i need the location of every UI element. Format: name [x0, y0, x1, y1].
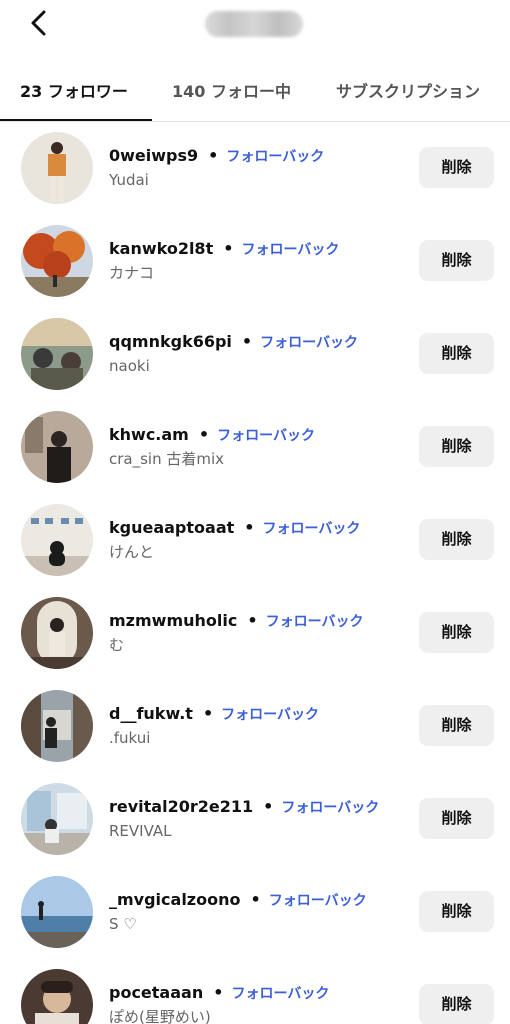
separator-dot: •	[241, 332, 253, 351]
remove-button[interactable]: 削除	[419, 612, 494, 653]
remove-button[interactable]: 削除	[419, 798, 494, 839]
display-name: naoki	[109, 357, 150, 375]
blurred-account-name	[205, 11, 303, 37]
remove-button[interactable]: 削除	[419, 891, 494, 932]
remove-button[interactable]: 削除	[419, 240, 494, 281]
follow-back-link[interactable]: フォローバック	[260, 335, 358, 351]
separator-dot: •	[263, 797, 274, 816]
avatar[interactable]	[21, 225, 93, 297]
display-name: REVIVAL	[109, 822, 172, 840]
separator-dot: •	[208, 146, 219, 165]
follower-row[interactable]: 0weiwps9 • フォローバック Yudai 削除	[0, 120, 510, 213]
username[interactable]: kgueaaptoaat	[109, 518, 234, 537]
display-name: .fukui	[109, 729, 151, 747]
display-name: カナコ	[109, 264, 155, 282]
follower-row[interactable]: khwc.am • フォローバック cra_sin 古着mix 削除	[0, 399, 510, 492]
separator-dot: •	[198, 425, 210, 444]
separator-dot: •	[202, 704, 214, 723]
tab-bar: 23 フォロワー 140 フォロー中 サブスクリプション	[0, 72, 510, 122]
display-name: S ♡	[109, 915, 137, 933]
username[interactable]: khwc.am	[109, 425, 189, 444]
remove-button[interactable]: 削除	[419, 705, 494, 746]
username[interactable]: d__fukw.t	[109, 704, 193, 723]
follow-back-link[interactable]: フォローバック	[226, 149, 324, 165]
tab-subscriptions[interactable]: サブスクリプション	[336, 72, 480, 121]
follow-back-link[interactable]: フォローバック	[263, 521, 361, 537]
separator-dot: •	[247, 611, 258, 630]
display-name: cra_sin 古着mix	[109, 450, 225, 468]
remove-button[interactable]: 削除	[419, 519, 494, 560]
follow-back-link[interactable]: フォローバック	[281, 800, 379, 816]
remove-button[interactable]: 削除	[419, 984, 494, 1024]
username[interactable]: revital20r2e211	[109, 797, 253, 816]
username[interactable]: kanwko2l8t	[109, 239, 213, 258]
follow-back-link[interactable]: フォローバック	[231, 986, 329, 1002]
follower-row[interactable]: kanwko2l8t • フォローバック カナコ 削除	[0, 213, 510, 306]
username[interactable]: 0weiwps9	[109, 146, 198, 165]
follower-row[interactable]: revital20r2e211 • フォローバック REVIVAL 削除	[0, 771, 510, 864]
display-name: けんと	[109, 543, 155, 561]
username[interactable]: _mvgicalzoono	[109, 890, 240, 909]
follower-row[interactable]: qqmnkgk66pi • フォローバック naoki 削除	[0, 306, 510, 399]
avatar[interactable]	[21, 411, 93, 483]
username[interactable]: pocetaaan	[109, 983, 203, 1002]
separator-dot: •	[250, 890, 261, 909]
display-name: む	[109, 636, 125, 654]
username[interactable]: qqmnkgk66pi	[109, 332, 232, 351]
display-name: ぽめ(星野めい)	[109, 1008, 211, 1024]
remove-button[interactable]: 削除	[419, 426, 494, 467]
separator-dot: •	[244, 518, 255, 537]
avatar[interactable]	[21, 783, 93, 855]
avatar[interactable]	[21, 876, 93, 948]
avatar[interactable]	[21, 504, 93, 576]
tab-following[interactable]: 140 フォロー中	[172, 72, 291, 121]
back-chevron-icon[interactable]	[24, 8, 54, 38]
tab-followers[interactable]: 23 フォロワー	[20, 72, 128, 121]
follow-back-link[interactable]: フォローバック	[241, 242, 339, 258]
follower-row[interactable]: d__fukw.t • フォローバック .fukui 削除	[0, 678, 510, 771]
follower-row[interactable]: mzmwmuholic • フォローバック む 削除	[0, 585, 510, 678]
separator-dot: •	[213, 983, 224, 1002]
follow-back-link[interactable]: フォローバック	[266, 614, 364, 630]
avatar[interactable]	[21, 132, 93, 204]
remove-button[interactable]: 削除	[419, 333, 494, 374]
username[interactable]: mzmwmuholic	[109, 611, 237, 630]
remove-button[interactable]: 削除	[419, 147, 494, 188]
follower-row[interactable]: kgueaaptoaat • フォローバック けんと 削除	[0, 492, 510, 585]
follow-back-link[interactable]: フォローバック	[269, 893, 367, 909]
top-bar	[0, 0, 510, 50]
avatar[interactable]	[21, 597, 93, 669]
display-name: Yudai	[109, 171, 149, 189]
follower-row[interactable]: _mvgicalzoono • フォローバック S ♡ 削除	[0, 864, 510, 957]
follow-back-link[interactable]: フォローバック	[221, 707, 319, 723]
avatar[interactable]	[21, 318, 93, 390]
separator-dot: •	[223, 239, 234, 258]
avatar[interactable]	[21, 690, 93, 762]
follower-row[interactable]: pocetaaan • フォローバック ぽめ(星野めい) 削除	[0, 957, 510, 1024]
avatar[interactable]	[21, 969, 93, 1024]
follow-back-link[interactable]: フォローバック	[217, 428, 315, 444]
